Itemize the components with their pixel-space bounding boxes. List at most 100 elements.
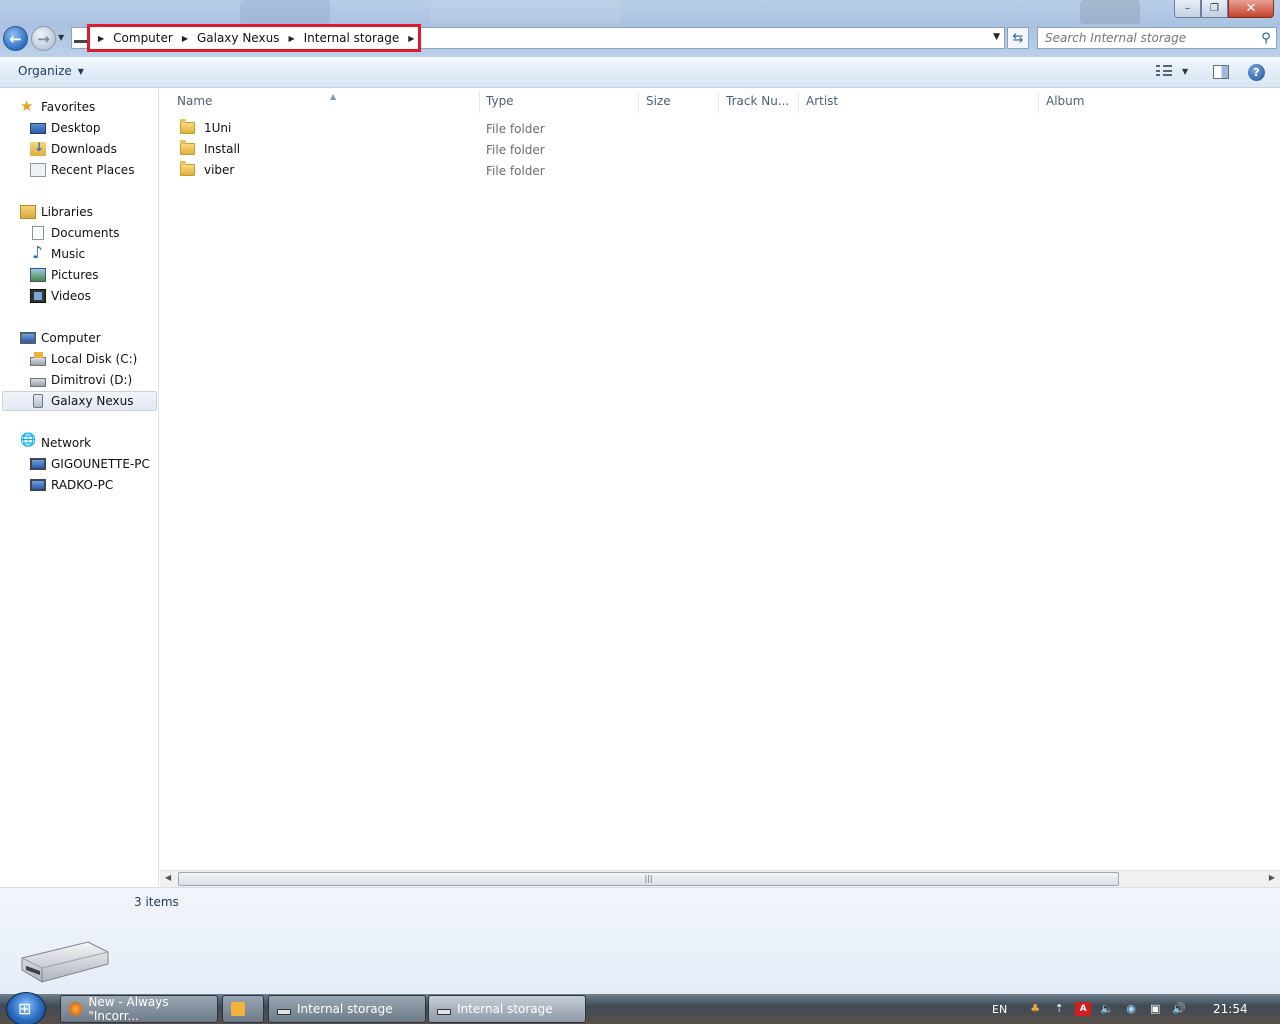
horizontal-scrollbar[interactable]: ◀ ||| ▶ [160, 870, 1280, 887]
speaker-icon[interactable]: 🔈 [1099, 1002, 1115, 1016]
nav-item-local-disk-c[interactable]: Local Disk (C:) [30, 349, 137, 369]
chevron-right-icon[interactable]: ▶ [288, 34, 294, 43]
nav-label: Network [41, 436, 92, 450]
nav-network[interactable]: Network [20, 433, 91, 453]
chevron-right-icon: ▶ [98, 33, 105, 43]
organize-button[interactable]: Organize ▼ [12, 64, 90, 78]
file-name: 1Uni [204, 121, 232, 135]
local-disk-icon [30, 351, 46, 366]
nav-item-radko-pc[interactable]: RADKO-PC [30, 475, 113, 495]
forward-arrow-icon: → [37, 29, 50, 48]
nav-label: Computer [41, 331, 101, 345]
breadcrumb-internal-storage[interactable]: Internal storage ▶ [304, 31, 415, 45]
breadcrumb-label: Computer [113, 31, 173, 45]
network-status-icon[interactable]: ◉ [1123, 1002, 1139, 1016]
ati-icon[interactable]: A [1075, 1002, 1092, 1016]
nav-item-desktop[interactable]: Desktop [30, 118, 101, 138]
breadcrumb-root-arrow[interactable]: ▶ [94, 34, 113, 43]
window-controls: – ❐ ✕ [1174, 0, 1274, 18]
chevron-down-icon: ▼ [77, 66, 84, 76]
taskbar-item-internal-storage-active[interactable]: Internal storage [428, 995, 586, 1023]
nav-item-gigounette-pc[interactable]: GIGOUNETTE-PC [30, 454, 150, 474]
downloads-folder-icon [30, 140, 46, 156]
nav-item-pictures[interactable]: Pictures [30, 265, 99, 285]
nav-item-recent-places[interactable]: Recent Places [30, 160, 134, 180]
nav-computer[interactable]: Computer [20, 328, 101, 348]
nav-libraries[interactable]: Libraries [20, 202, 93, 222]
firefox-icon [69, 1002, 83, 1016]
taskbar-item-firefox[interactable]: New - Always "Incorr... [60, 995, 218, 1023]
nav-label: GIGOUNETTE-PC [51, 457, 150, 471]
column-label: Track Nu... [726, 94, 790, 108]
language-indicator[interactable]: EN [992, 1003, 1007, 1016]
breadcrumb-computer[interactable]: Computer ▶ [113, 31, 197, 45]
nav-item-downloads[interactable]: Downloads [30, 139, 117, 159]
nav-label: Desktop [51, 121, 101, 135]
taskbar-item-media-player[interactable] [222, 995, 264, 1023]
pictures-icon [30, 268, 46, 282]
help-button[interactable]: ? [1248, 64, 1265, 81]
breadcrumb-galaxy-nexus[interactable]: Galaxy Nexus ▶ [197, 31, 304, 45]
file-row[interactable]: 1Uni File folder [173, 119, 1273, 139]
scroll-right-button[interactable]: ▶ [1269, 873, 1275, 882]
breadcrumb-label: Internal storage [303, 31, 400, 45]
maximize-button[interactable]: ❐ [1201, 0, 1228, 18]
taskbar-item-internal-storage[interactable]: Internal storage [268, 995, 426, 1023]
nav-item-dimitrovi-d[interactable]: Dimitrovi (D:) [30, 370, 132, 390]
file-row[interactable]: Install File folder [173, 140, 1273, 160]
address-bar[interactable]: ▶ Computer ▶ Galaxy Nexus ▶ Internal stora… [71, 24, 1005, 52]
chevron-down-icon[interactable]: ▼ [1182, 67, 1188, 76]
nav-item-videos[interactable]: Videos [30, 286, 91, 306]
address-history-dropdown[interactable]: ▼ [993, 32, 1000, 42]
action-center-icon[interactable]: ▣ [1147, 1002, 1163, 1016]
computer-icon [20, 332, 36, 344]
breadcrumb-label: Galaxy Nexus [196, 31, 280, 45]
nav-item-music[interactable]: Music [30, 243, 85, 264]
change-view-button[interactable]: ▼ [1156, 65, 1188, 77]
column-header-album[interactable]: Album [1039, 91, 1274, 113]
column-header-artist[interactable]: Artist [799, 91, 1039, 113]
folder-icon [180, 119, 195, 134]
nav-favorites[interactable]: Favorites [20, 97, 95, 117]
search-input[interactable] [1038, 28, 1256, 48]
preview-pane-button[interactable] [1213, 65, 1229, 79]
file-row[interactable]: viber File folder [173, 161, 1273, 181]
nav-item-documents[interactable]: Documents [30, 223, 119, 243]
forward-button[interactable]: → [31, 26, 56, 51]
command-bar: Organize ▼ ▼ ? [0, 57, 1280, 88]
drive-icon [277, 1009, 291, 1015]
nav-label: Videos [51, 289, 91, 303]
nav-label: Recent Places [51, 163, 135, 177]
nav-label: Downloads [51, 142, 117, 156]
clock[interactable]: 21:54 [1213, 1002, 1248, 1016]
close-button[interactable]: ✕ [1228, 0, 1274, 18]
file-name: viber [204, 163, 235, 177]
organize-label: Organize [18, 64, 72, 78]
media-player-icon [231, 1002, 245, 1016]
column-label: Size [646, 94, 671, 108]
column-header-type[interactable]: Type [479, 91, 639, 113]
update-icon[interactable]: ♣ [1027, 1002, 1043, 1016]
desktop-icon [30, 122, 46, 134]
volume-icon[interactable]: 🔊 [1171, 1002, 1187, 1016]
column-header-size[interactable]: Size [639, 91, 719, 113]
column-header-track-number[interactable]: Track Nu... [719, 91, 799, 113]
scroll-left-button[interactable]: ◀ [165, 873, 171, 882]
start-button[interactable] [6, 992, 46, 1024]
search-icon[interactable]: ⚲ [1256, 31, 1276, 46]
chevron-right-icon[interactable]: ▶ [182, 34, 188, 43]
removable-drive-icon [21, 941, 109, 983]
back-button[interactable]: ← [3, 26, 28, 51]
usb-icon[interactable]: ⇡ [1051, 1002, 1067, 1016]
refresh-button[interactable]: ⇆ [1007, 27, 1029, 49]
minimize-button[interactable]: – [1174, 0, 1201, 18]
scrollbar-thumb[interactable]: ||| [178, 872, 1119, 886]
chevron-right-icon[interactable]: ▶ [408, 34, 414, 43]
chevron-down-icon: ▼ [58, 33, 65, 42]
drive-icon [437, 1009, 451, 1015]
column-header-name[interactable]: ▲ Name [170, 91, 480, 113]
column-label: Album [1046, 94, 1085, 108]
nav-item-galaxy-nexus[interactable]: Galaxy Nexus [2, 391, 157, 411]
recent-pages-button[interactable]: ▼ [58, 33, 64, 42]
item-count: 3 items [134, 895, 179, 909]
